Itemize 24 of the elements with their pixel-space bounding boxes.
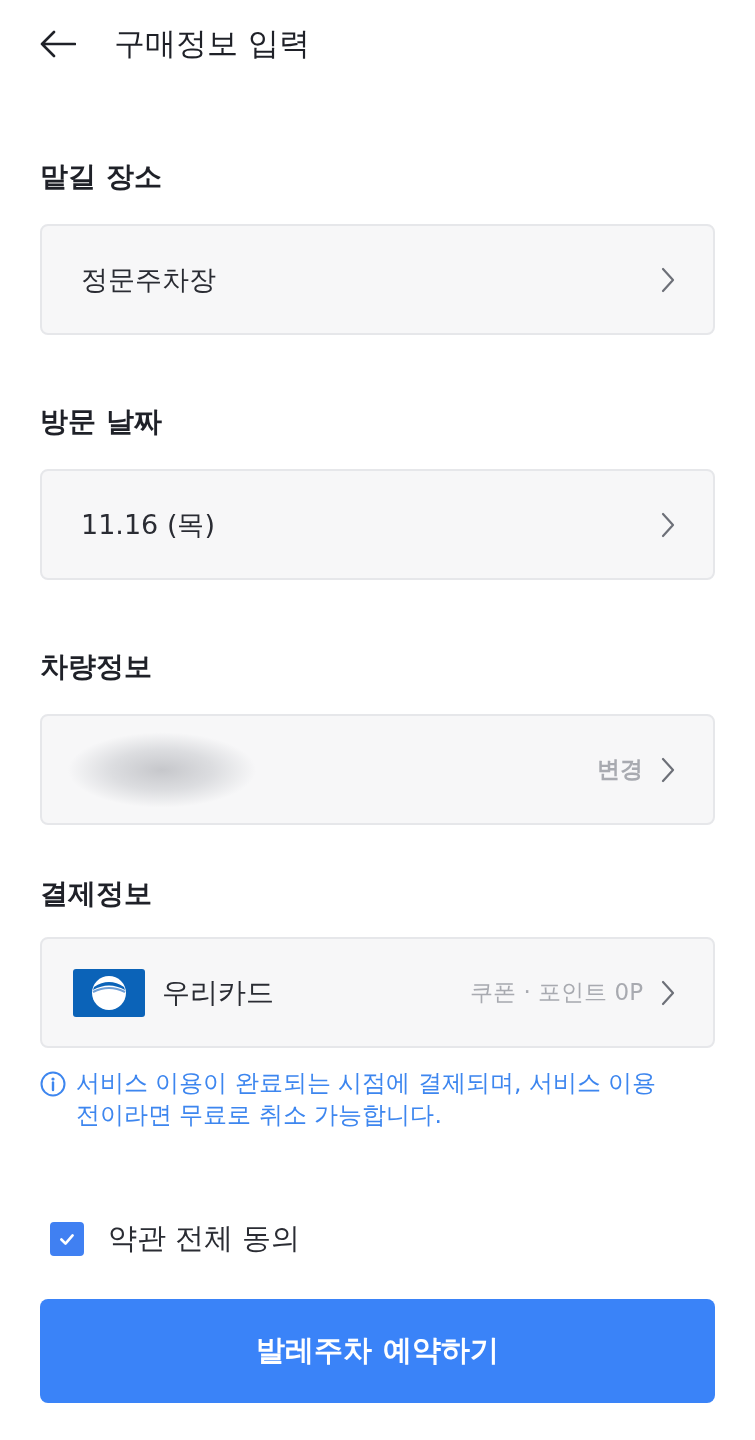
- payment-notice: 서비스 이용이 완료되는 시점에 결제되며, 서비스 이용 전이라면 무료로 취소 가능합니다.: [76, 1068, 658, 1131]
- section-label: 결제정보: [40, 876, 153, 912]
- card-name: 우리카드: [162, 974, 274, 1011]
- chevron-right-icon: [661, 266, 675, 293]
- section-label: 방문 날짜: [40, 404, 163, 440]
- card-logo-icon: [73, 968, 145, 1017]
- agreement-label: 약관 전체 동의: [108, 1220, 301, 1257]
- page-title: 구매정보 입력: [114, 24, 310, 63]
- chevron-right-icon: [661, 979, 675, 1006]
- checkbox[interactable]: [50, 1222, 84, 1256]
- chevron-right-icon: [661, 511, 675, 538]
- back-icon[interactable]: [40, 30, 76, 58]
- reserve-button[interactable]: 발레주차 예약하기: [40, 1299, 715, 1403]
- info-icon: [40, 1071, 66, 1097]
- chevron-right-icon: [661, 756, 675, 783]
- field-value: 정문주차장: [81, 262, 216, 297]
- payment-field[interactable]: 우리카드 쿠폰 · 포인트 0P: [40, 937, 715, 1048]
- select-field[interactable]: 정문주차장: [40, 224, 715, 335]
- select-field[interactable]: 11.16 (목): [40, 469, 715, 580]
- section-label: 차량정보: [40, 649, 153, 685]
- checkmark-icon: [60, 1233, 74, 1245]
- benefits-text: 쿠폰 · 포인트 0P: [470, 978, 643, 1007]
- section-label: 맡길 장소: [40, 159, 163, 195]
- field-value: 11.16 (목): [81, 507, 215, 542]
